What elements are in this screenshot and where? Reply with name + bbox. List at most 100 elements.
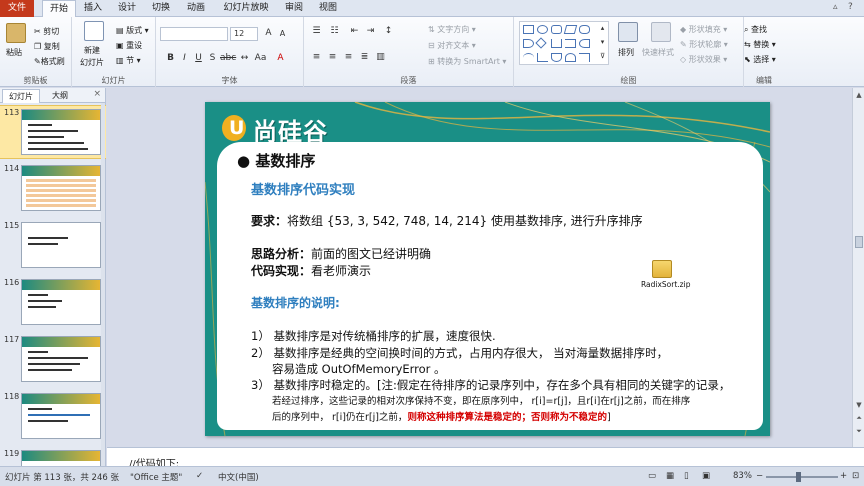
shadow-icon[interactable]: S	[206, 52, 219, 65]
attachment-filename[interactable]: RadixSort.zip	[641, 280, 690, 289]
notes-pane[interactable]: //代码如下:	[107, 447, 864, 470]
connector-shape-icon[interactable]	[551, 39, 562, 48]
close-panel-icon[interactable]: ×	[93, 89, 101, 99]
previous-slide-icon[interactable]: ⏶	[854, 413, 864, 423]
italic-icon[interactable]: I	[178, 52, 191, 65]
reading-view-icon[interactable]: ▯	[684, 471, 689, 481]
tab-transitions[interactable]: 切换	[148, 0, 174, 17]
align-right-icon[interactable]: ≡	[342, 51, 355, 64]
line-shape-icon[interactable]	[537, 53, 548, 62]
diamond-shape-icon[interactable]	[535, 37, 547, 49]
new-slide-button[interactable]: 新建	[84, 45, 100, 56]
tab-view[interactable]: 视图	[315, 0, 341, 17]
zoom-slider-handle[interactable]	[796, 472, 801, 482]
gallery-scroll-up-icon[interactable]: ▴	[596, 22, 609, 35]
slide-sorter-icon[interactable]: ▦	[666, 471, 674, 481]
current-slide[interactable]: U 尚硅谷 ● 基数排序 基数排序代码实现 要求：将数组 {53, 3, 542…	[205, 102, 770, 436]
cut-button[interactable]: ✂ 剪切	[34, 26, 59, 37]
grow-font-icon[interactable]: A	[262, 27, 275, 40]
oval-shape-icon[interactable]	[537, 25, 548, 34]
tab-animations[interactable]: 动画	[183, 0, 209, 17]
shape-fill-button[interactable]: ◆ 形状填充 ▾	[680, 24, 727, 35]
align-center-icon[interactable]: ≡	[326, 51, 339, 64]
layout-button[interactable]: ▤ 版式 ▾	[116, 25, 149, 36]
numbering-icon[interactable]: ☷	[328, 25, 341, 38]
rectangle-shape-icon[interactable]	[523, 25, 534, 34]
help-icon[interactable]: ?	[848, 2, 853, 12]
slide-thumbnail-117[interactable]: 117	[0, 333, 106, 387]
wave-shape-icon[interactable]	[551, 53, 562, 62]
slide-thumbnail-118[interactable]: 118	[0, 390, 106, 444]
slide-thumbnail-114[interactable]: 114	[0, 162, 106, 216]
tab-home[interactable]: 开始	[42, 0, 76, 18]
editor-vertical-scrollbar[interactable]: ▲ ▼ ⏶ ⏷	[852, 88, 864, 447]
slide-thumbnail-113[interactable]: 113	[0, 105, 106, 159]
tab-outline[interactable]: 大纲	[46, 89, 74, 103]
quick-styles-button[interactable]: 快速样式	[642, 47, 674, 58]
slideshow-icon[interactable]: ▣	[702, 471, 710, 481]
bold-icon[interactable]: B	[164, 52, 177, 65]
zip-file-icon[interactable]	[652, 260, 672, 278]
slide-thumbnail-119[interactable]: 119	[0, 447, 106, 466]
tab-slideshow[interactable]: 幻灯片放映	[218, 0, 274, 17]
minimize-ribbon-icon[interactable]: ▵	[833, 2, 838, 12]
cloud-shape-icon[interactable]	[565, 53, 576, 62]
slide-thumbnail-116[interactable]: 116	[0, 276, 106, 330]
fit-to-window-icon[interactable]: ⊡	[852, 471, 859, 481]
slide-thumbnail-115[interactable]: 115	[0, 219, 106, 273]
smartart-button[interactable]: ⊞ 转换为 SmartArt ▾	[428, 56, 506, 67]
reset-button[interactable]: ▣ 重设	[116, 40, 142, 51]
zoom-slider-track[interactable]	[766, 476, 838, 478]
align-left-icon[interactable]: ≡	[310, 51, 323, 64]
ellipse-shape-icon[interactable]	[579, 25, 590, 34]
spellcheck-icon[interactable]: ✓	[196, 471, 203, 481]
font-size-combo[interactable]: 12	[230, 27, 258, 41]
tab-review[interactable]: 审阅	[281, 0, 307, 17]
replace-button[interactable]: ⇆ 替换 ▾	[744, 39, 776, 50]
char-spacing-icon[interactable]: ↔	[238, 52, 251, 65]
tab-slides[interactable]: 幻灯片	[2, 89, 40, 103]
normal-view-icon[interactable]: ▭	[648, 471, 656, 481]
shape-outline-button[interactable]: ✎ 形状轮廓 ▾	[680, 39, 728, 50]
columns-icon[interactable]: ▥	[374, 51, 387, 64]
text-direction-button[interactable]: ⇅ 文字方向 ▾	[428, 24, 476, 35]
strikethrough-icon[interactable]: abc	[220, 52, 236, 65]
gallery-more-icon[interactable]: ⊽	[596, 50, 609, 63]
underline-icon[interactable]: U	[192, 52, 205, 65]
arc-shape-icon[interactable]	[523, 53, 534, 62]
language-status[interactable]: 中文(中国)	[218, 471, 259, 483]
gallery-scroll-down-icon[interactable]: ▾	[596, 36, 609, 49]
zoom-out-icon[interactable]: −	[756, 471, 763, 481]
scroll-down-icon[interactable]: ▼	[854, 400, 864, 410]
change-case-icon[interactable]: Aa	[254, 52, 267, 65]
arrow-shape-icon[interactable]	[523, 39, 534, 48]
shapes-gallery[interactable]: ▴ ▾ ⊽	[519, 21, 609, 65]
shape-effects-button[interactable]: ◇ 形状效果 ▾	[680, 54, 727, 65]
tab-insert[interactable]: 插入	[80, 0, 106, 17]
theme-status[interactable]: "Office 主题"	[130, 471, 182, 483]
zoom-level[interactable]: 83%	[733, 471, 752, 481]
line-spacing-icon[interactable]: ↕	[382, 25, 395, 38]
zoom-in-icon[interactable]: +	[840, 471, 847, 481]
tab-file[interactable]: 文件	[0, 0, 34, 17]
increase-indent-icon[interactable]: ⇥	[364, 25, 377, 38]
font-family-combo[interactable]	[160, 27, 228, 41]
elbow-shape-icon[interactable]	[565, 39, 576, 48]
bullets-icon[interactable]: ☰	[310, 25, 323, 38]
next-slide-icon[interactable]: ⏷	[854, 426, 864, 436]
find-button[interactable]: ⌕ 查找	[744, 24, 767, 35]
curve-shape-icon[interactable]	[579, 39, 590, 48]
format-painter-button[interactable]: ✎格式刷	[34, 56, 65, 67]
tab-design[interactable]: 设计	[114, 0, 140, 17]
arrange-button[interactable]: 排列	[618, 47, 634, 58]
parallelogram-shape-icon[interactable]	[563, 25, 578, 34]
select-button[interactable]: ⬉ 选择 ▾	[744, 54, 776, 65]
justify-icon[interactable]: ≣	[358, 51, 371, 64]
shrink-font-icon[interactable]: A	[276, 27, 289, 40]
copy-button[interactable]: ❐ 复制	[34, 41, 60, 52]
corner-shape-icon[interactable]	[579, 53, 590, 62]
decrease-indent-icon[interactable]: ⇤	[348, 25, 361, 38]
section-button[interactable]: ▥ 节 ▾	[116, 55, 141, 66]
scroll-up-icon[interactable]: ▲	[854, 90, 864, 100]
paste-button[interactable]: 粘贴	[6, 47, 22, 58]
